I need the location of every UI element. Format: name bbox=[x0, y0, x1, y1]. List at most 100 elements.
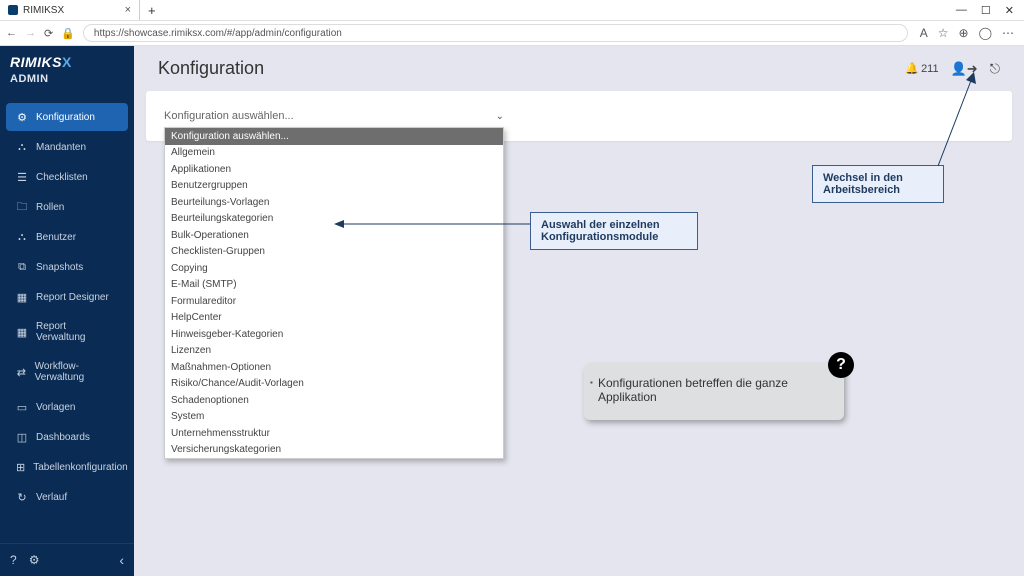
tip-box: Konfigurationen betreffen die ganze Appl… bbox=[584, 364, 844, 420]
config-option[interactable]: Lizenzen bbox=[165, 343, 503, 360]
addr-collections-icon[interactable]: ⊕ bbox=[959, 26, 969, 40]
sidebar-item-icon: ⇄ bbox=[16, 366, 27, 378]
config-select-dropdown[interactable]: Konfiguration auswählen...AllgemeinAppli… bbox=[164, 127, 504, 459]
new-tab-button[interactable]: + bbox=[140, 3, 164, 18]
sidebar-item-0[interactable]: ⚙ Konfiguration bbox=[6, 103, 128, 131]
sidebar-item-6[interactable]: ▦ Report Designer bbox=[6, 283, 128, 311]
brand-admin-label: ADMIN bbox=[10, 73, 124, 85]
config-option[interactable]: HelpCenter bbox=[165, 310, 503, 327]
sidebar-item-label: Snapshots bbox=[36, 262, 83, 273]
window-maximize-icon[interactable]: ☐ bbox=[981, 4, 991, 17]
sidebar-item-1[interactable]: ⛬ Mandanten bbox=[6, 133, 128, 161]
sidebar-item-icon: ☰ bbox=[16, 171, 28, 183]
sidebar-item-3[interactable]: 🗀 Rollen bbox=[6, 193, 128, 221]
sidebar-item-8[interactable]: ⇄ Workflow-Verwaltung bbox=[6, 353, 128, 391]
sidebar-item-label: Mandanten bbox=[36, 142, 86, 153]
nav-back-icon[interactable]: ← bbox=[6, 27, 17, 39]
sidebar-collapse-icon[interactable]: ‹ bbox=[119, 552, 124, 568]
sidebar-item-11[interactable]: ⊞Tabellenkonfiguration bbox=[6, 453, 128, 481]
sidebar-nav: ⚙ Konfiguration ⛬ Mandanten ☰ Checklisten 🗀 Rol… bbox=[0, 101, 134, 543]
sidebar-item-label: Checklisten bbox=[36, 172, 88, 183]
window-minimize-icon[interactable]: — bbox=[956, 4, 967, 17]
config-option[interactable]: Bulk-Operationen bbox=[165, 227, 503, 244]
chevron-down-icon: ⌄ bbox=[496, 111, 504, 122]
tip-text: Konfigurationen betreffen die ganze Appl… bbox=[598, 376, 788, 404]
sidebar-item-2[interactable]: ☰ Checklisten bbox=[6, 163, 128, 191]
sidebar-item-icon: ⚙ bbox=[16, 111, 28, 123]
window-close-icon[interactable]: ✕ bbox=[1005, 4, 1014, 17]
config-option[interactable]: Copying bbox=[165, 260, 503, 277]
sidebar-item-label: Workflow-Verwaltung bbox=[35, 361, 118, 383]
config-option[interactable]: Applikationen bbox=[165, 161, 503, 178]
config-card: Konfiguration auswählen... ⌄ Konfigurati… bbox=[146, 91, 1012, 141]
addr-menu-icon[interactable]: ⋯ bbox=[1002, 26, 1014, 40]
config-option[interactable]: Versicherungskategorien bbox=[165, 442, 503, 459]
sidebar-item-label: Verlauf bbox=[36, 492, 67, 503]
config-option[interactable]: Benutzergruppen bbox=[165, 178, 503, 195]
browser-tab[interactable]: RIMIKSX × bbox=[0, 0, 140, 20]
tab-title: RIMIKSX bbox=[23, 5, 64, 16]
addr-ext1-icon[interactable]: A bbox=[920, 26, 928, 40]
config-option[interactable]: Allgemein bbox=[165, 145, 503, 162]
config-option[interactable]: Risiko/Chance/Audit-Vorlagen bbox=[165, 376, 503, 393]
sidebar-item-icon: ↻ bbox=[16, 491, 28, 503]
logout-icon[interactable]: ⎋ bbox=[990, 61, 1000, 77]
sidebar-item-label: Benutzer bbox=[36, 232, 76, 243]
config-option[interactable]: Konfiguration auswählen... bbox=[165, 128, 503, 145]
sidebar-item-label: Vorlagen bbox=[36, 402, 75, 413]
tab-close-icon[interactable]: × bbox=[125, 4, 131, 16]
brand-logo: RIMIKSX bbox=[10, 54, 124, 70]
config-select[interactable]: Konfiguration auswählen... ⌄ bbox=[164, 105, 504, 127]
sidebar-item-icon: ▦ bbox=[16, 291, 28, 303]
sidebar-item-9[interactable]: ▭Vorlagen bbox=[6, 393, 128, 421]
config-option[interactable]: Beurteilungskategorien bbox=[165, 211, 503, 228]
sidebar-item-label: Report Verwaltung bbox=[36, 321, 118, 343]
sidebar-item-icon: ⛬ bbox=[16, 231, 28, 243]
sidebar-item-icon: 🗀 bbox=[16, 201, 28, 213]
url-input[interactable]: https://showcase.rimiksx.com/#/app/admin… bbox=[83, 24, 908, 42]
favicon-icon bbox=[8, 5, 18, 15]
content-area: Konfiguration 🔔 211 👤➜ ⎋ Konfiguration a… bbox=[134, 46, 1024, 576]
callout-workspace: Wechsel in den Arbeitsbereich bbox=[812, 165, 944, 203]
sidebar-item-5[interactable]: ⧉Snapshots bbox=[6, 253, 128, 281]
sidebar-item-label: Tabellenkonfiguration bbox=[33, 462, 128, 473]
sidebar-item-12[interactable]: ↻ Verlauf bbox=[6, 483, 128, 511]
tip-help-icon: ? bbox=[828, 352, 854, 378]
sidebar-item-label: Report Designer bbox=[36, 292, 109, 303]
sidebar-item-label: Rollen bbox=[36, 202, 64, 213]
config-option[interactable]: E-Mail (SMTP) bbox=[165, 277, 503, 294]
sidebar-help-icon[interactable]: ? bbox=[10, 553, 17, 567]
config-option[interactable]: Unternehmensstruktur bbox=[165, 425, 503, 442]
nav-reload-icon[interactable]: ⟳ bbox=[44, 27, 53, 40]
config-option[interactable]: Hinweisgeber-Kategorien bbox=[165, 326, 503, 343]
notification-count: 211 bbox=[921, 63, 939, 75]
sidebar-item-label: Dashboards bbox=[36, 432, 90, 443]
addr-profile-icon[interactable]: ◯ bbox=[979, 26, 992, 40]
page-header: Konfiguration 🔔 211 👤➜ ⎋ bbox=[134, 46, 1024, 91]
browser-tab-strip: RIMIKSX × + — ☐ ✕ bbox=[0, 0, 1024, 20]
addr-favorite-icon[interactable]: ☆ bbox=[938, 26, 949, 40]
sidebar-item-4[interactable]: ⛬ Benutzer bbox=[6, 223, 128, 251]
sidebar-footer: ? ⚙ ‹ bbox=[0, 543, 134, 576]
page-title: Konfiguration bbox=[158, 58, 264, 79]
config-option[interactable]: Beurteilungs-Vorlagen bbox=[165, 194, 503, 211]
nav-forward-icon[interactable]: → bbox=[25, 27, 36, 39]
sidebar-settings-icon[interactable]: ⚙ bbox=[29, 553, 40, 567]
workspace-switch-icon[interactable]: 👤➜ bbox=[951, 61, 978, 77]
callout-modules: Auswahl der einzelnen Konfigurationsmodu… bbox=[530, 212, 698, 250]
sidebar-item-7[interactable]: ▦Report Verwaltung bbox=[6, 313, 128, 351]
sidebar-item-label: Konfiguration bbox=[36, 112, 95, 123]
config-option[interactable]: Checklisten-Gruppen bbox=[165, 244, 503, 261]
config-option[interactable]: Maßnahmen-Optionen bbox=[165, 359, 503, 376]
nav-lock-icon: 🔒 bbox=[61, 27, 75, 40]
sidebar-item-10[interactable]: ◫ Dashboards bbox=[6, 423, 128, 451]
sidebar: RIMIKSX ADMIN ⚙ Konfiguration ⛬ Mandanten ☰ C… bbox=[0, 46, 134, 576]
config-select-value: Konfiguration auswählen... bbox=[164, 110, 294, 122]
notifications-button[interactable]: 🔔 211 bbox=[905, 62, 938, 75]
address-bar: ← → ⟳ 🔒 https://showcase.rimiksx.com/#/a… bbox=[0, 20, 1024, 46]
sidebar-item-icon: ◫ bbox=[16, 431, 28, 443]
sidebar-item-icon: ⛬ bbox=[16, 141, 28, 153]
config-option[interactable]: Schadenoptionen bbox=[165, 392, 503, 409]
config-option[interactable]: System bbox=[165, 409, 503, 426]
config-option[interactable]: Formulareditor bbox=[165, 293, 503, 310]
